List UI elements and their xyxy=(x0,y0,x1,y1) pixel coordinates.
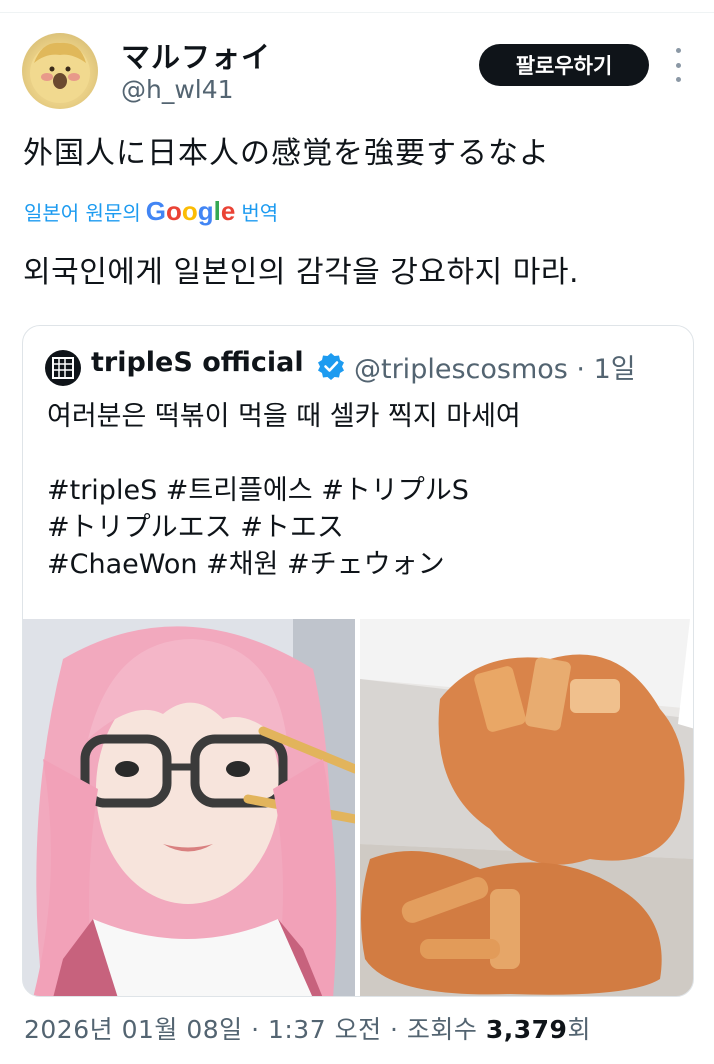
quoted-hashtags-line[interactable]: #tripleS #트리플에스 #トリプルS xyxy=(47,472,687,509)
translated-text: 외국인에게 일본인의 감각을 강요하지 마라. xyxy=(23,255,579,290)
quoted-text: 여러분은 떡볶이 먹을 때 셀카 찍지 마세여 #tripleS #트리플에스 … xyxy=(47,398,687,583)
quoted-line xyxy=(47,435,687,472)
google-logo: Google xyxy=(146,196,236,227)
triples-logo-icon[interactable] xyxy=(45,350,81,386)
quoted-handle-time[interactable]: @triplescosmos · 1일 xyxy=(354,347,636,386)
quoted-line: 여러분은 떡볶이 먹을 때 셀카 찍지 마세여 xyxy=(47,401,521,432)
tteokbokki-photo[interactable] xyxy=(360,619,693,996)
view-count-suffix: 회 xyxy=(567,1015,591,1044)
more-vertical-icon[interactable] xyxy=(668,48,688,82)
tweet-meta: 2026년 01월 08일 · 1:37 오전 · 조회수 3,379회 xyxy=(24,1010,591,1046)
author-display-name[interactable]: マルフォイ xyxy=(121,34,271,76)
view-count: 3,379 xyxy=(485,1015,568,1044)
translate-link[interactable]: 일본어 원문의 Google 번역 xyxy=(24,196,278,227)
quoted-author-name[interactable]: tripleS official xyxy=(91,347,304,378)
google-logo-text: Google xyxy=(145,196,236,226)
quoted-hashtags-line[interactable]: #トリプルエス #トエス xyxy=(47,509,687,546)
timestamp[interactable]: 2026년 01월 08일 · 1:37 오전 · 조회수 xyxy=(24,1015,486,1044)
author-handle[interactable]: @h_wl41 xyxy=(121,75,234,104)
author-avatar[interactable] xyxy=(22,33,98,109)
translate-prefix: 일본어 원문의 xyxy=(24,201,141,225)
tweet-text: 外国人に日本人の感覚を強要するなよ xyxy=(23,136,550,171)
verified-badge-icon xyxy=(318,353,344,380)
translate-suffix: 번역 xyxy=(241,201,279,225)
quoted-tweet-card[interactable]: tripleS official @triplescosmos · 1일 여러분… xyxy=(22,325,694,997)
follow-button[interactable]: 팔로우하기 xyxy=(479,44,649,86)
quoted-hashtags-line[interactable]: #ChaeWon #채원 #チェウォン xyxy=(47,546,687,583)
selfie-photo[interactable] xyxy=(23,619,355,996)
top-divider xyxy=(0,12,714,13)
